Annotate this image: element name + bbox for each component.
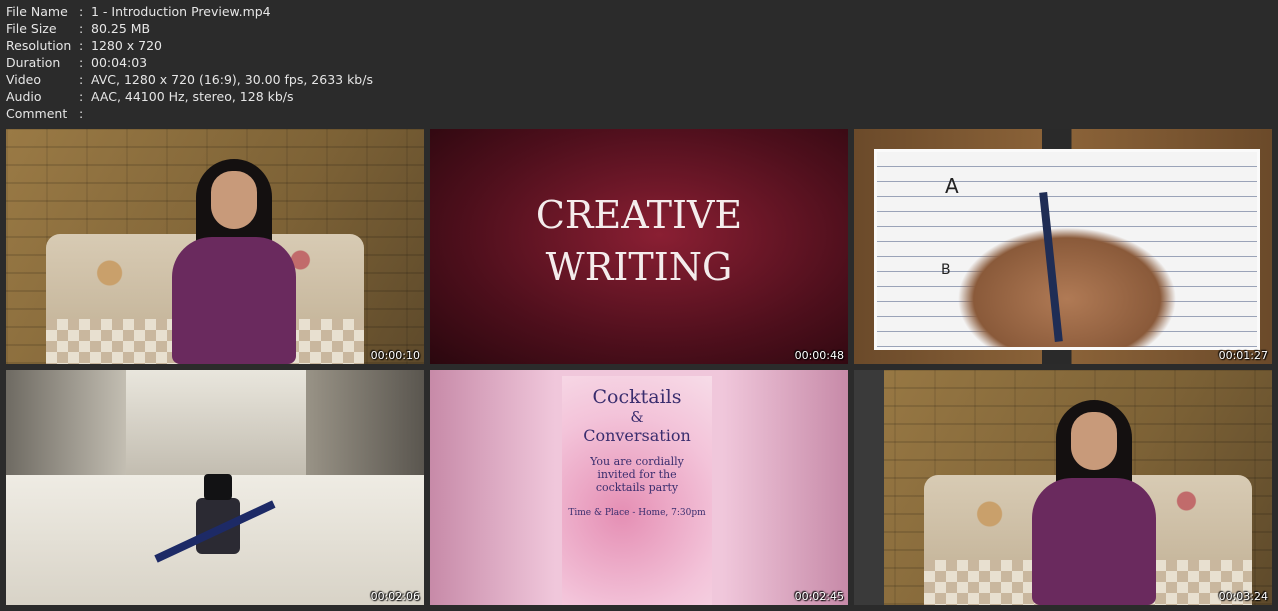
meta-label: File Size	[6, 21, 57, 36]
thumbnail-3[interactable]: A B 00:01:27	[854, 129, 1272, 364]
poster-line: invited for the	[597, 468, 677, 481]
poster-line: Conversation	[583, 426, 691, 445]
meta-separator: :	[79, 4, 84, 19]
scene-ink-bottle	[6, 370, 424, 605]
meta-label: Duration	[6, 55, 61, 70]
meta-label: Audio	[6, 89, 42, 104]
poster-line: Time & Place - Home, 7:30pm	[568, 508, 706, 518]
title-card: CREATIVE WRITING	[430, 189, 848, 293]
letter-a: A	[945, 174, 959, 198]
cocktail-invitation-poster: Cocktails & Conversation You are cordial…	[562, 376, 712, 605]
meta-separator: :	[79, 106, 84, 121]
meta-value: 80.25 MB	[91, 21, 151, 36]
hand-image	[957, 227, 1177, 347]
meta-row-audio: Audio: AAC, 44100 Hz, stereo, 128 kb/s	[6, 88, 373, 105]
meta-value: 1 - Introduction Preview.mp4	[91, 4, 271, 19]
meta-separator: :	[79, 55, 84, 70]
meta-label: Comment	[6, 106, 68, 121]
meta-row-file-size: File Size:80.25 MB	[6, 20, 373, 37]
title-line: WRITING	[545, 245, 733, 289]
thumbnail-2[interactable]: CREATIVE WRITING 00:00:48	[430, 129, 848, 364]
thumbnail-timestamp: 00:02:45	[794, 590, 844, 603]
meta-row-duration: Duration:00:04:03	[6, 54, 373, 71]
thumbnail-4[interactable]: 00:02:06	[6, 370, 424, 605]
thumbnail-timestamp: 00:01:27	[1218, 349, 1268, 362]
thumbnail-6[interactable]: 00:03:24	[854, 370, 1272, 605]
meta-label: File Name	[6, 4, 68, 19]
scene-presenter-sofa	[854, 370, 1272, 605]
title-line: CREATIVE	[535, 193, 743, 237]
meta-label: Resolution	[6, 38, 72, 53]
thumbnail-5[interactable]: Cocktails & Conversation You are cordial…	[430, 370, 848, 605]
file-metadata: File Name:1 - Introduction Preview.mp4 F…	[6, 3, 373, 122]
meta-separator: :	[79, 72, 84, 87]
meta-row-resolution: Resolution:1280 x 720	[6, 37, 373, 54]
thumbnail-timestamp: 00:02:06	[370, 590, 420, 603]
thumbnail-1[interactable]: 00:00:10	[6, 129, 424, 364]
thumbnail-timestamp: 00:03:24	[1218, 590, 1268, 603]
meta-separator: :	[79, 21, 84, 36]
thumbnail-timestamp: 00:00:10	[370, 349, 420, 362]
poster-line: &	[630, 408, 644, 426]
poster-line: You are cordially	[590, 455, 684, 468]
meta-separator: :	[79, 38, 84, 53]
meta-row-comment: Comment:	[6, 105, 373, 122]
poster-line: cocktails party	[595, 481, 679, 494]
meta-value: AVC, 1280 x 720 (16:9), 30.00 fps, 2633 …	[91, 72, 373, 87]
letter-b: B	[941, 262, 951, 278]
meta-separator: :	[79, 89, 84, 104]
meta-label: Video	[6, 72, 42, 87]
meta-value: AAC, 44100 Hz, stereo, 128 kb/s	[91, 89, 294, 104]
meta-row-video: Video: AVC, 1280 x 720 (16:9), 30.00 fps,…	[6, 71, 373, 88]
poster-line: Cocktails	[592, 386, 682, 408]
meta-value: 1280 x 720	[91, 38, 163, 53]
scene-presenter-sofa	[6, 129, 424, 364]
thumbnail-timestamp: 00:00:48	[794, 349, 844, 362]
lined-paper: A B	[874, 149, 1260, 350]
meta-row-file-name: File Name:1 - Introduction Preview.mp4	[6, 3, 373, 20]
meta-value: 00:04:03	[91, 55, 148, 70]
